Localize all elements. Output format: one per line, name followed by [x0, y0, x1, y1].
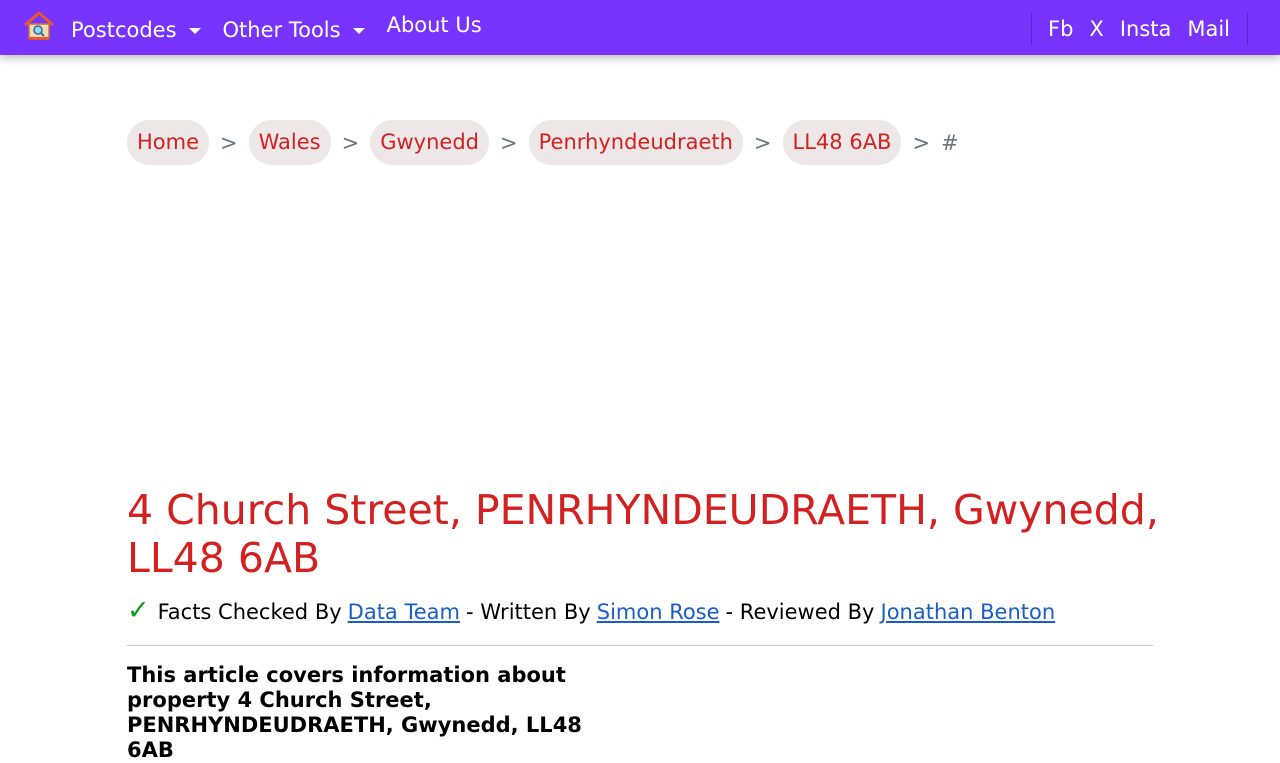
- about-us-link[interactable]: About Us: [387, 13, 482, 37]
- breadcrumb-separator: >: [500, 130, 518, 155]
- facts-label: Facts Checked By: [157, 600, 342, 624]
- written-label: - Written By: [465, 600, 591, 624]
- breadcrumb-separator: >: [912, 130, 931, 155]
- breadcrumb-separator: >: [220, 130, 238, 155]
- breadcrumb-home[interactable]: Home: [127, 120, 210, 165]
- article-intro: This article covers information about pr…: [127, 663, 582, 762]
- breadcrumb-separator: >: [341, 130, 360, 155]
- postcodes-dropdown[interactable]: Postcodes: [71, 18, 201, 42]
- breadcrumb-current: #: [941, 130, 959, 155]
- breadcrumb-gwynedd[interactable]: Gwynedd: [370, 120, 489, 165]
- checkmark-icon: ✓: [127, 595, 150, 626]
- other-tools-dropdown[interactable]: Other Tools: [223, 18, 365, 42]
- caret-down-icon: [352, 27, 365, 34]
- reviewed-label: - Reviewed By: [725, 600, 875, 624]
- breadcrumb-separator: >: [753, 130, 772, 155]
- divider: [127, 645, 1153, 646]
- instagram-link[interactable]: Insta: [1120, 17, 1172, 41]
- top-navbar: Postcodes Other Tools About Us Fb X Inst…: [0, 0, 1280, 55]
- data-team-link[interactable]: Data Team: [348, 600, 460, 624]
- breadcrumb-penrhyndeudraeth[interactable]: Penrhyndeudraeth: [528, 120, 743, 165]
- home-search-icon[interactable]: [22, 10, 56, 42]
- main-menu: Postcodes Other Tools About Us: [71, 0, 504, 55]
- caret-down-icon: [188, 27, 201, 34]
- page-title: 4 Church Street, PENRHYNDEUDRAETH, Gwyne…: [127, 486, 1159, 582]
- breadcrumb-postcode[interactable]: LL48 6AB: [782, 120, 902, 165]
- article-byline: ✓ Facts Checked By Data Team - Written B…: [127, 595, 1055, 626]
- social-links: Fb X Insta Mail: [1031, 13, 1248, 45]
- reviewer-link[interactable]: Jonathan Benton: [881, 600, 1056, 624]
- breadcrumb: Home > Wales > Gwynedd > Penrhyndeudraet…: [127, 120, 959, 165]
- facebook-link[interactable]: Fb: [1048, 17, 1073, 41]
- other-tools-label: Other Tools: [222, 17, 341, 42]
- author-link[interactable]: Simon Rose: [597, 600, 720, 624]
- x-link[interactable]: X: [1089, 17, 1103, 41]
- breadcrumb-wales[interactable]: Wales: [248, 120, 331, 165]
- mail-link[interactable]: Mail: [1187, 17, 1230, 41]
- postcodes-label: Postcodes: [71, 17, 177, 42]
